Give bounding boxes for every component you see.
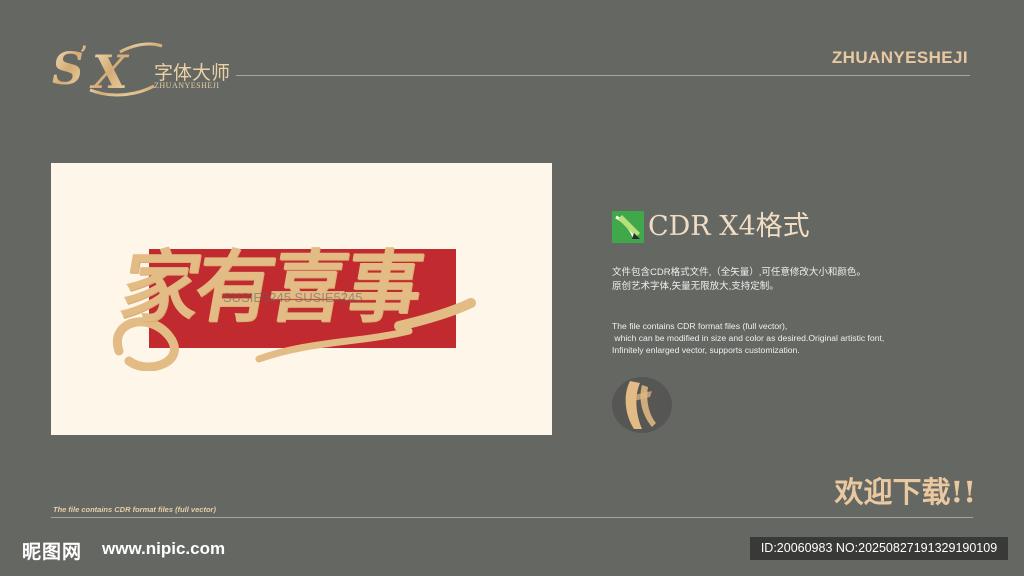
logo-english-text: ZHUANYESHEJI [154,81,220,90]
svg-text:’: ’ [80,42,88,68]
description-english-line: The file contains CDR format files (full… [612,321,788,331]
site-title: ZHUANYESHEJI [831,48,968,67]
nipic-logo: 昵图网 [22,541,83,563]
bottom-divider [51,517,973,518]
svg-text:S: S [52,44,84,95]
artwork-watermark: SUSIE5245 SUSIE5245 [223,290,363,305]
footer-note: The file contains CDR format files (full… [53,505,216,514]
description-english-line: Infinitely enlarged vector, supports cus… [612,345,800,355]
format-title: CDR X4格式 [648,211,810,242]
nipic-url-link[interactable]: www.nipic.com [102,539,225,559]
description-chinese: 文件包含CDR格式文件,（全矢量）,可任意修改大小和颜色。 原创艺术字体,矢量无… [612,266,866,294]
description-chinese-line: 原创艺术字体,矢量无限放大,支持定制。 [612,281,779,292]
description-english: The file contains CDR format files (full… [612,320,884,356]
artwork-preview: 家有喜事 SUSIE5245 SUSIE5245 [51,163,552,435]
brush-icon [625,381,656,429]
brush-sample [612,377,672,433]
artwork-title: 家有喜事 [113,242,426,333]
welcome-text: 欢迎下载!! [834,475,976,509]
top-divider [236,75,970,76]
description-chinese-line: 文件包含CDR格式文件,（全矢量）,可任意修改大小和颜色。 [612,267,866,278]
cdr-icon [612,211,644,243]
image-id-badge: ID:20060983 NO:20250827191329190109 [750,537,1008,560]
description-english-line: which can be modified in size and color … [612,333,885,343]
